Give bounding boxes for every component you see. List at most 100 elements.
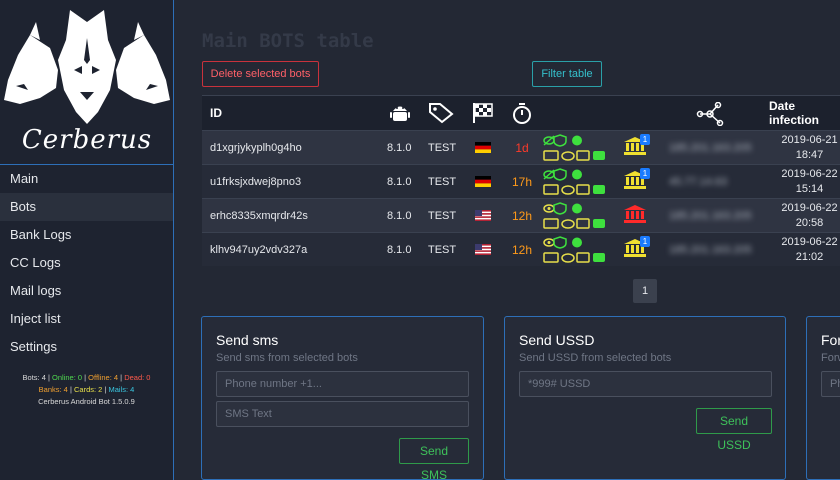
stat-bots: Bots: 4: [22, 373, 46, 382]
filter-table-button[interactable]: Filter table: [532, 61, 602, 87]
android-version: 8.1.0: [387, 243, 412, 256]
bot-id[interactable]: u1frksjxdwej8pno3: [210, 165, 301, 198]
bank-icon[interactable]: 1: [624, 233, 650, 266]
send-sms-card: Send sms Send sms from selected bots Sen…: [201, 316, 484, 480]
bot-tag: TEST: [428, 243, 457, 256]
permissions-icons: [543, 233, 607, 266]
sidebar-item-inject-list[interactable]: Inject list: [0, 305, 173, 333]
infection-date: 2019-06-22 15:14: [772, 165, 840, 198]
send-sms-button[interactable]: Send SMS: [399, 438, 469, 480]
sidebar-item-mail-logs[interactable]: Mail logs: [0, 277, 173, 305]
phone-number-input[interactable]: [216, 371, 469, 397]
bot-id[interactable]: klhv947uy2vdv327a: [210, 233, 307, 266]
header-date-infection[interactable]: Date infection: [769, 96, 840, 130]
permissions-icons: [543, 131, 607, 164]
bank-icon[interactable]: 1: [624, 131, 650, 164]
stat-mails: Mails: 4: [108, 385, 135, 394]
country-flag-icon: [475, 131, 491, 164]
last-seen: 17h: [511, 174, 533, 189]
country-flag-icon: [475, 199, 491, 232]
infection-date: 2019-06-22 20:58: [772, 199, 840, 232]
infection-date-day: 2019-06-22: [781, 167, 838, 180]
bot-ip: 45.77.14.63: [669, 175, 728, 188]
infection-date-time: 21:02: [795, 250, 824, 263]
sidebar-item-main[interactable]: Main: [0, 165, 173, 193]
infection-date: 2019-06-22 21:02: [772, 233, 840, 266]
sidebar-item-bank-logs[interactable]: Bank Logs: [0, 221, 173, 249]
country-flag-icon: [475, 165, 491, 198]
sidebar-item-settings[interactable]: Settings: [0, 333, 173, 361]
sms-text-input[interactable]: [216, 401, 469, 427]
wolf-heads-icon: [4, 10, 170, 124]
page-button-1[interactable]: 1: [633, 279, 657, 303]
permissions-icons: [543, 165, 607, 198]
send-ussd-subtitle: Send USSD from selected bots: [519, 352, 672, 364]
page-title: Main BOTS table: [202, 30, 374, 52]
bot-ip: 185.201.163.205: [669, 243, 752, 256]
bank-icon[interactable]: [624, 199, 646, 232]
android-icon: [390, 102, 410, 127]
last-seen: 1d: [515, 140, 529, 155]
bot-stats: Bots: 4 | Online: 0 | Offline: 4 | Dead:…: [0, 372, 173, 408]
sidebar-item-cc-logs[interactable]: CC Logs: [0, 249, 173, 277]
send-ussd-card: Send USSD Send USSD from selected bots S…: [504, 316, 786, 480]
stat-version: Cerberus Android Bot 1.5.0.9: [38, 397, 135, 406]
sidebar-item-bots[interactable]: Bots: [0, 193, 173, 221]
android-version: 8.1.0: [387, 175, 412, 188]
bot-ip: 185.201.163.205: [669, 209, 752, 222]
infection-date-time: 20:58: [795, 216, 824, 229]
sidebar: Cerberus Main Bots Bank Logs CC Logs Mai…: [0, 0, 174, 480]
bot-id[interactable]: erhc8335xmqrdr42s: [210, 199, 308, 232]
android-version: 8.1.0: [387, 141, 412, 154]
bank-count-badge: 1: [640, 134, 650, 145]
network-icon: [696, 101, 724, 129]
send-ussd-title: Send USSD: [519, 332, 595, 348]
bank-count-badge: 1: [640, 236, 650, 247]
forward-card-title: For: [821, 332, 840, 348]
stopwatch-icon: [512, 102, 532, 127]
android-version: 8.1.0: [387, 209, 412, 222]
country-flag-icon: [475, 233, 491, 266]
send-sms-subtitle: Send sms from selected bots: [216, 352, 358, 364]
table-row[interactable]: erhc8335xmqrdr42s 8.1.0 TEST 12h 185.201…: [202, 198, 840, 232]
infection-date-day: 2019-06-22: [781, 201, 838, 214]
last-seen: 12h: [511, 208, 533, 223]
forward-card-subtitle: Forw: [821, 352, 840, 364]
bot-tag: TEST: [428, 209, 457, 222]
cerberus-logo: Cerberus: [0, 0, 174, 164]
bank-icon[interactable]: 1: [624, 165, 650, 198]
sidebar-nav: Main Bots Bank Logs CC Logs Mail logs In…: [0, 164, 173, 361]
stat-dead: Dead: 0: [124, 373, 151, 382]
ussd-input[interactable]: [519, 371, 772, 397]
send-ussd-button[interactable]: Send USSD: [696, 408, 772, 452]
last-seen: 12h: [511, 242, 533, 257]
table-header: ID Date infection: [202, 95, 840, 130]
header-id[interactable]: ID: [210, 96, 222, 130]
table-row[interactable]: d1xgrjykyplh0g4ho 8.1.0 TEST 1d 1 185.20…: [202, 130, 840, 164]
forward-card: For Forw: [806, 316, 840, 480]
bot-tag: TEST: [428, 175, 457, 188]
infection-date: 2019-06-21 18:47: [772, 131, 840, 164]
permissions-icons: [543, 199, 607, 232]
stat-banks: Banks: 4: [38, 385, 68, 394]
infection-date-time: 15:14: [795, 182, 824, 195]
bot-id[interactable]: d1xgrjykyplh0g4ho: [210, 131, 302, 164]
table-row[interactable]: klhv947uy2vdv327a 8.1.0 TEST 12h 1 185.2…: [202, 232, 840, 266]
tag-icon: [428, 102, 456, 127]
infection-date-day: 2019-06-21: [781, 133, 838, 146]
checkered-flag-icon: [472, 102, 494, 127]
table-row[interactable]: u1frksjxdwej8pno3 8.1.0 TEST 17h 1 45.77…: [202, 164, 840, 198]
send-sms-title: Send sms: [216, 332, 279, 348]
bots-table: ID Date infection d1xgrjykyplh0g4ho 8.1.…: [202, 95, 840, 266]
stat-online: Online: 0: [52, 373, 83, 382]
forward-input[interactable]: [821, 371, 840, 397]
brand-name: Cerberus: [21, 125, 153, 155]
delete-selected-bots-button[interactable]: Delete selected bots: [202, 61, 319, 87]
bank-count-badge: 1: [640, 168, 650, 179]
infection-date-time: 18:47: [795, 148, 824, 161]
bot-ip: 185.201.163.205: [669, 141, 752, 154]
stat-cards: Cards: 2: [73, 385, 103, 394]
infection-date-day: 2019-06-22: [781, 235, 838, 248]
stat-offline: Offline: 4: [88, 373, 119, 382]
bot-tag: TEST: [428, 141, 457, 154]
